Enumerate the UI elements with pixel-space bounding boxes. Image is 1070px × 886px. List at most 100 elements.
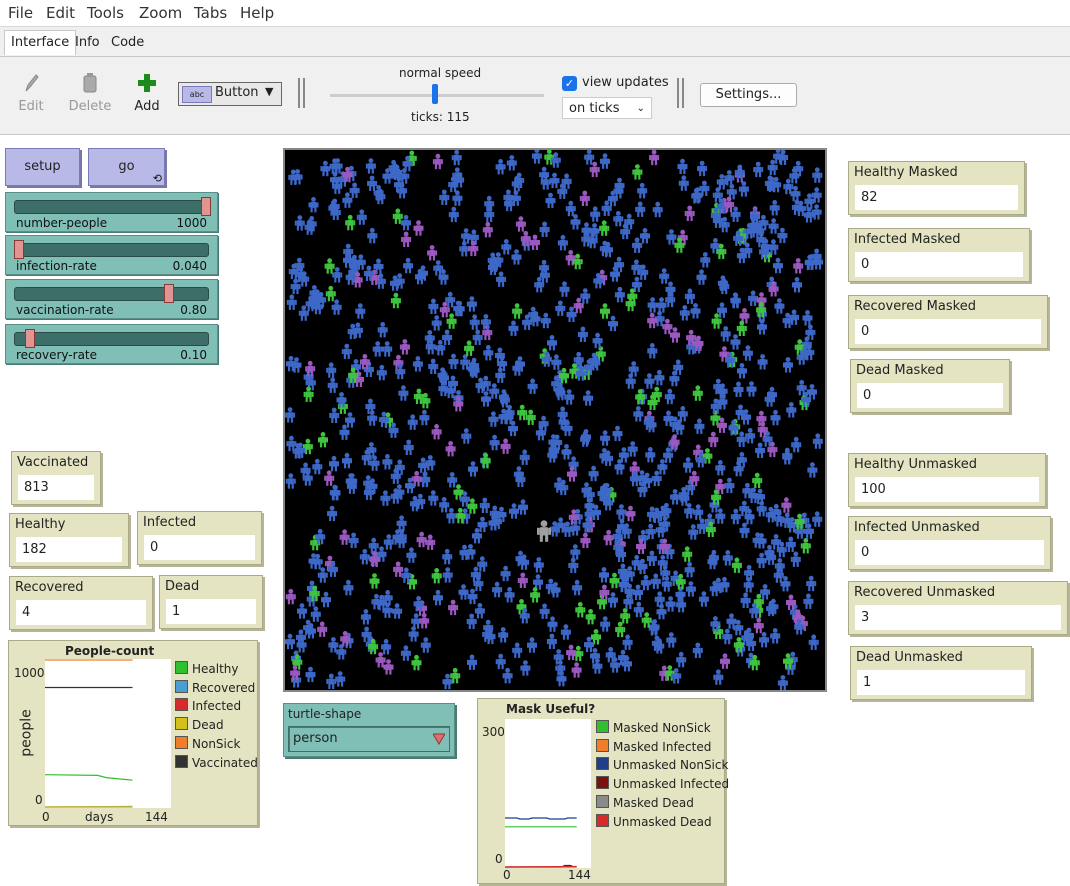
person-agent bbox=[451, 149, 462, 166]
person-agent bbox=[676, 651, 687, 668]
person-agent bbox=[755, 442, 766, 458]
x-min-label: 0 bbox=[42, 810, 50, 824]
person-agent bbox=[445, 441, 456, 457]
person-agent bbox=[432, 153, 443, 170]
person-agent bbox=[693, 504, 704, 520]
person-agent bbox=[356, 209, 367, 225]
update-mode-select[interactable]: on ticks ⌄ bbox=[562, 97, 652, 119]
person-agent bbox=[419, 409, 430, 426]
series-line-unmasked-dead bbox=[504, 865, 577, 868]
slider-thumb[interactable] bbox=[25, 329, 36, 348]
person-agent bbox=[743, 577, 754, 593]
menu-edit[interactable]: Edit bbox=[46, 4, 75, 22]
settings-button[interactable]: Settings... bbox=[700, 83, 797, 107]
tab-info[interactable]: Info bbox=[69, 31, 106, 55]
person-agent bbox=[730, 334, 741, 350]
delete-button[interactable]: Delete bbox=[68, 73, 112, 114]
person-agent bbox=[305, 360, 316, 377]
speed-slider-thumb[interactable] bbox=[432, 84, 438, 104]
person-agent bbox=[382, 454, 393, 470]
legend-item: Unmasked Dead bbox=[596, 813, 712, 829]
person-agent bbox=[285, 407, 296, 423]
go-button[interactable]: go ⟲ bbox=[88, 148, 165, 186]
turtle-shape-chooser[interactable]: turtle-shape person bbox=[283, 703, 455, 757]
setup-button[interactable]: setup bbox=[5, 148, 80, 186]
person-agent bbox=[620, 608, 631, 624]
monitor-infected-unmasked: Infected Unmasked 0 bbox=[848, 516, 1051, 570]
menu-help[interactable]: Help bbox=[240, 4, 274, 22]
person-agent bbox=[512, 642, 523, 658]
person-agent bbox=[633, 406, 644, 422]
person-agent bbox=[420, 637, 431, 653]
series-line-healthy bbox=[44, 774, 133, 781]
monitor-dead: Dead 1 bbox=[159, 575, 263, 629]
menu-file[interactable]: File bbox=[8, 4, 33, 22]
legend-item: NonSick bbox=[175, 735, 240, 751]
slider-track[interactable] bbox=[14, 287, 209, 301]
monitor-value: 1 bbox=[166, 599, 256, 624]
person-agent bbox=[511, 249, 522, 265]
view-updates-checkbox[interactable]: ✓ bbox=[562, 76, 577, 91]
person-agent bbox=[530, 587, 541, 603]
edit-button[interactable]: Edit bbox=[16, 73, 46, 114]
person-agent bbox=[367, 227, 378, 244]
slider-thumb[interactable] bbox=[14, 240, 24, 259]
person-agent bbox=[446, 508, 457, 524]
person-agent bbox=[447, 472, 458, 488]
chooser-dropdown[interactable]: person bbox=[288, 726, 450, 752]
person-agent bbox=[647, 312, 658, 329]
person-agent bbox=[580, 288, 591, 304]
slider-thumb[interactable] bbox=[201, 197, 211, 216]
person-agent bbox=[382, 341, 393, 357]
person-agent bbox=[324, 470, 335, 486]
person-agent bbox=[566, 644, 577, 661]
slider-infection-rate[interactable]: infection-rate 0.040 bbox=[5, 235, 218, 275]
person-agent bbox=[339, 529, 350, 545]
person-agent bbox=[785, 536, 796, 552]
person-agent bbox=[650, 573, 661, 589]
person-agent bbox=[452, 190, 463, 206]
legend-swatch bbox=[596, 794, 609, 808]
person-agent bbox=[669, 370, 680, 387]
chooser-value: person bbox=[293, 731, 338, 746]
x-min-label: 0 bbox=[503, 868, 511, 882]
person-agent bbox=[646, 550, 657, 566]
monitor-healthy: Healthy 182 bbox=[9, 513, 129, 567]
slider-thumb[interactable] bbox=[163, 284, 174, 303]
person-agent bbox=[559, 281, 570, 297]
slider-name: vaccination-rate bbox=[16, 303, 114, 317]
person-agent bbox=[579, 190, 590, 206]
menu-tabs[interactable]: Tabs bbox=[194, 4, 227, 22]
person-agent bbox=[500, 438, 511, 454]
slider-vaccination-rate[interactable]: vaccination-rate 0.80 bbox=[5, 279, 218, 319]
slider-number-people[interactable]: number-people 1000 bbox=[5, 192, 218, 232]
person-agent bbox=[645, 447, 656, 463]
add-button[interactable]: Add bbox=[132, 73, 162, 114]
person-agent bbox=[609, 572, 620, 589]
person-agent bbox=[708, 431, 719, 448]
person-agent bbox=[390, 292, 401, 309]
slider-track[interactable] bbox=[14, 332, 209, 346]
widget-type-select[interactable]: abc Button ▼ bbox=[178, 82, 282, 106]
slider-value: 1000 bbox=[176, 216, 207, 230]
person-agent bbox=[533, 557, 544, 573]
person-agent bbox=[518, 499, 528, 515]
tab-interface[interactable]: Interface bbox=[4, 30, 77, 55]
monitor-label: Healthy Masked bbox=[854, 165, 958, 180]
pencil-icon bbox=[25, 74, 39, 92]
person-agent bbox=[577, 326, 588, 342]
menu-zoom[interactable]: Zoom bbox=[139, 4, 182, 22]
slider-track[interactable] bbox=[14, 243, 209, 257]
person-agent bbox=[665, 596, 676, 612]
tab-code[interactable]: Code bbox=[105, 31, 150, 55]
person-agent bbox=[649, 149, 660, 166]
person-agent bbox=[599, 220, 610, 236]
monitor-label: Healthy Unmasked bbox=[854, 457, 977, 472]
slider-track[interactable] bbox=[14, 200, 209, 214]
person-agent bbox=[285, 633, 295, 650]
monitor-recovered-unmasked: Recovered Unmasked 3 bbox=[848, 581, 1068, 635]
menu-tools[interactable]: Tools bbox=[87, 4, 124, 22]
world-view[interactable] bbox=[283, 148, 827, 692]
slider-recovery-rate[interactable]: recovery-rate 0.10 bbox=[5, 324, 218, 364]
legend-swatch bbox=[175, 698, 188, 712]
